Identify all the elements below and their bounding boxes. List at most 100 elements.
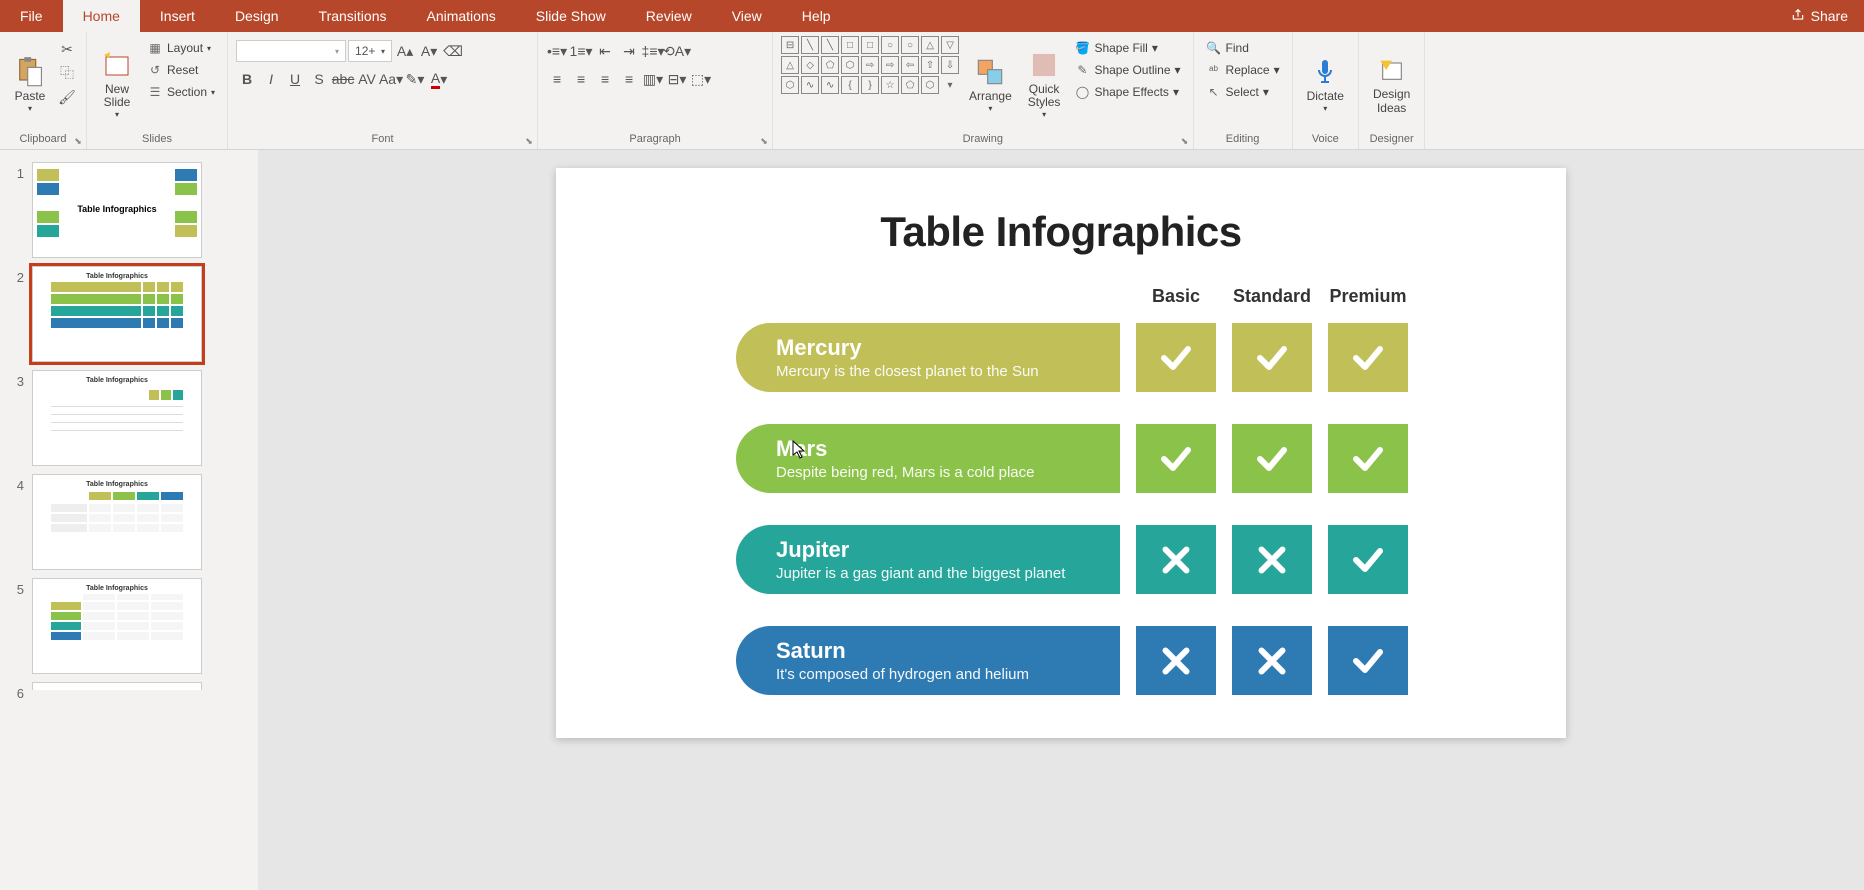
design-ideas-button[interactable]: Design Ideas	[1367, 36, 1416, 133]
indent-decrease-button[interactable]: ⇤	[594, 40, 616, 62]
select-button[interactable]: ↖Select ▾	[1202, 82, 1284, 102]
font-color-button[interactable]: A▾	[428, 68, 450, 90]
smartart-button[interactable]: ⬚▾	[690, 68, 712, 90]
slide[interactable]: Table Infographics Basic Standard Premiu…	[556, 168, 1566, 738]
shape-effects-button[interactable]: ◯Shape Effects ▾	[1070, 82, 1184, 102]
shapes-gallery[interactable]: ⊟╲╲□□○○△▽ △◇⬠⬡⇨⇨⇦⇧⇩ ⬡∿∿{}☆⬠⬡▾	[781, 36, 959, 133]
shape-textbox-icon[interactable]: ⊟	[781, 36, 799, 54]
dictate-button[interactable]: Dictate▾	[1301, 36, 1350, 133]
cross-icon[interactable]	[1232, 626, 1312, 695]
thumbnail-2[interactable]: Table Infographics	[32, 266, 202, 362]
columns-button[interactable]: ▥▾	[642, 68, 664, 90]
shape-fill-button[interactable]: 🪣Shape Fill ▾	[1070, 38, 1184, 58]
increase-font-button[interactable]: A▴	[394, 40, 416, 62]
tab-transitions[interactable]: Transitions	[299, 0, 407, 32]
strike-button[interactable]: abc	[332, 68, 354, 90]
table-row-mercury[interactable]: MercuryMercury is the closest planet to …	[736, 323, 1516, 392]
cross-icon[interactable]	[1136, 626, 1216, 695]
tab-file[interactable]: File	[0, 0, 63, 32]
bucket-icon: 🪣	[1074, 40, 1090, 56]
copy-button[interactable]: ⿻	[56, 62, 78, 84]
row-label[interactable]: SaturnIt's composed of hydrogen and heli…	[736, 626, 1120, 695]
row-label[interactable]: JupiterJupiter is a gas giant and the bi…	[736, 525, 1120, 594]
row-label[interactable]: MarsDespite being red, Mars is a cold pl…	[736, 424, 1120, 493]
bullets-button[interactable]: •≡▾	[546, 40, 568, 62]
thumbnail-4[interactable]: Table Infographics	[32, 474, 202, 570]
paragraph-launcher[interactable]: ⬊	[758, 135, 770, 147]
align-left-button[interactable]: ≡	[546, 68, 568, 90]
shadow-button[interactable]: S	[308, 68, 330, 90]
font-name-input[interactable]: ▾	[236, 40, 346, 62]
layout-button[interactable]: ▦Layout ▾	[143, 38, 219, 58]
underline-button[interactable]: U	[284, 68, 306, 90]
shape-outline-button[interactable]: ✎Shape Outline ▾	[1070, 60, 1184, 80]
slide-title[interactable]: Table Infographics	[606, 208, 1516, 256]
check-icon[interactable]	[1136, 323, 1216, 392]
tab-slideshow[interactable]: Slide Show	[516, 0, 626, 32]
font-size-input[interactable]: 12+▾	[348, 40, 392, 62]
check-icon[interactable]	[1328, 626, 1408, 695]
thumb-4-title: Table Infographics	[33, 475, 201, 488]
drawing-launcher[interactable]: ⬊	[1179, 135, 1191, 147]
italic-button[interactable]: I	[260, 68, 282, 90]
arrange-button[interactable]: Arrange▾	[963, 36, 1018, 133]
line-spacing-button[interactable]: ‡≡▾	[642, 40, 664, 62]
share-button[interactable]: Share	[1791, 0, 1864, 32]
justify-button[interactable]: ≡	[618, 68, 640, 90]
tab-insert[interactable]: Insert	[140, 0, 215, 32]
row-label[interactable]: MercuryMercury is the closest planet to …	[736, 323, 1120, 392]
reset-button[interactable]: ↺Reset	[143, 60, 219, 80]
find-button[interactable]: 🔍Find	[1202, 38, 1284, 58]
cross-icon[interactable]	[1136, 525, 1216, 594]
check-icon[interactable]	[1136, 424, 1216, 493]
text-direction-button[interactable]: ⟲A▾	[666, 40, 688, 62]
tab-home[interactable]: Home	[63, 0, 140, 32]
check-icon[interactable]	[1328, 424, 1408, 493]
tab-review[interactable]: Review	[626, 0, 712, 32]
align-center-button[interactable]: ≡	[570, 68, 592, 90]
format-painter-button[interactable]: 🖌	[56, 86, 78, 108]
tab-design[interactable]: Design	[215, 0, 299, 32]
table-infographic[interactable]: Basic Standard Premium MercuryMercury is…	[736, 286, 1516, 695]
section-button[interactable]: ☰Section ▾	[143, 82, 219, 102]
check-icon[interactable]	[1232, 323, 1312, 392]
numbering-button[interactable]: 1≡▾	[570, 40, 592, 62]
decrease-font-button[interactable]: A▾	[418, 40, 440, 62]
new-slide-button[interactable]: New Slide ▾	[95, 36, 139, 133]
clipboard-launcher[interactable]: ⬊	[72, 135, 84, 147]
pen-icon: ✎	[1074, 62, 1090, 78]
change-case-button[interactable]: Aa▾	[380, 68, 402, 90]
slide-thumbnails[interactable]: 1 Table Infographics 2 Table Infographic…	[0, 150, 258, 890]
highlight-button[interactable]: ✎▾	[404, 68, 426, 90]
check-icon[interactable]	[1328, 525, 1408, 594]
thumbnail-3[interactable]: Table Infographics	[32, 370, 202, 466]
char-spacing-button[interactable]: AV	[356, 68, 378, 90]
row-name: Mercury	[776, 335, 1096, 361]
cut-button[interactable]: ✂	[56, 38, 78, 60]
align-left-icon: ≡	[553, 71, 561, 87]
tab-view[interactable]: View	[712, 0, 782, 32]
table-row-mars[interactable]: MarsDespite being red, Mars is a cold pl…	[736, 424, 1516, 493]
group-font: ▾ 12+▾ A▴ A▾ ⌫ B I U S abc AV Aa▾ ✎▾ A▾ …	[228, 32, 538, 149]
thumbnail-5[interactable]: Table Infographics	[32, 578, 202, 674]
table-row-saturn[interactable]: SaturnIt's composed of hydrogen and heli…	[736, 626, 1516, 695]
thumb-num-4: 4	[8, 474, 24, 570]
check-icon[interactable]	[1328, 323, 1408, 392]
paste-button[interactable]: Paste ▾	[8, 36, 52, 133]
check-icon[interactable]	[1232, 424, 1312, 493]
align-right-button[interactable]: ≡	[594, 68, 616, 90]
tab-animations[interactable]: Animations	[406, 0, 515, 32]
quick-styles-button[interactable]: Quick Styles▾	[1022, 36, 1067, 133]
bold-button[interactable]: B	[236, 68, 258, 90]
table-row-jupiter[interactable]: JupiterJupiter is a gas giant and the bi…	[736, 525, 1516, 594]
align-text-button[interactable]: ⊟▾	[666, 68, 688, 90]
slide-canvas-area[interactable]: Table Infographics Basic Standard Premiu…	[258, 150, 1864, 890]
thumbnail-6[interactable]	[32, 682, 202, 690]
tab-help[interactable]: Help	[782, 0, 851, 32]
font-launcher[interactable]: ⬊	[523, 135, 535, 147]
replace-button[interactable]: ᵃᵇReplace ▾	[1202, 60, 1284, 80]
indent-increase-button[interactable]: ⇥	[618, 40, 640, 62]
clear-formatting-button[interactable]: ⌫	[442, 40, 464, 62]
thumbnail-1[interactable]: Table Infographics	[32, 162, 202, 258]
cross-icon[interactable]	[1232, 525, 1312, 594]
